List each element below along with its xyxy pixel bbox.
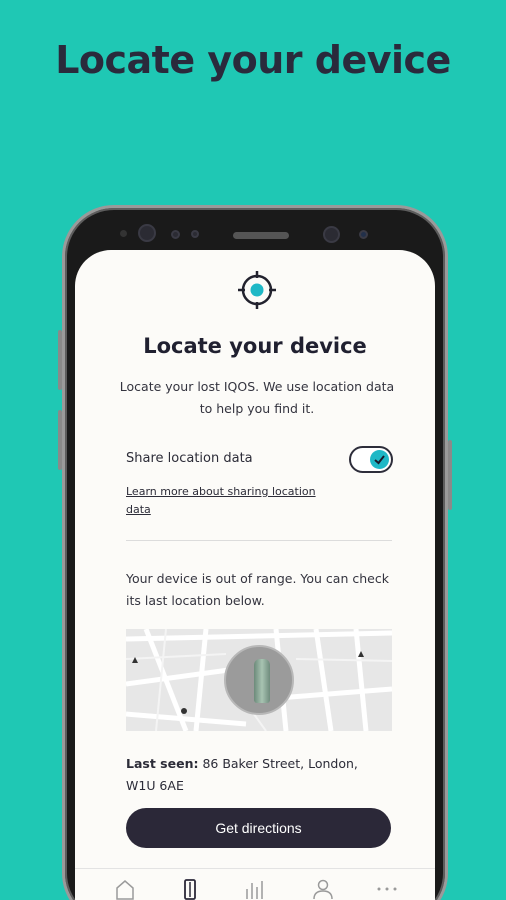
screen-title: Locate your device <box>143 334 367 358</box>
out-of-range-text: Your device is out of range. You can che… <box>126 571 389 608</box>
get-directions-button[interactable]: Get directions <box>126 808 391 848</box>
location-map[interactable] <box>126 629 392 731</box>
device-icon[interactable] <box>178 877 202 900</box>
proximity-sensor <box>120 230 127 237</box>
iqos-device-icon <box>254 659 270 703</box>
sensor-dot <box>171 230 180 239</box>
phone-power-button <box>448 440 452 510</box>
device-location-marker[interactable] <box>224 645 294 715</box>
divider <box>126 540 392 541</box>
home-icon[interactable] <box>113 877 137 900</box>
phone-frame: Locate your device Locate your lost IQOS… <box>62 205 448 900</box>
profile-icon[interactable] <box>311 877 335 900</box>
share-location-label: Share location data <box>126 451 253 466</box>
checkmark-icon <box>374 455 385 465</box>
more-icon[interactable] <box>375 877 399 900</box>
app-screen: Locate your device Locate your lost IQOS… <box>75 250 435 900</box>
crosshair-target-icon <box>238 271 276 309</box>
bottom-navigation <box>75 868 435 900</box>
screen-description: Locate your lost IQOS. We use location d… <box>119 379 395 416</box>
toggle-knob <box>370 450 389 469</box>
chart-icon[interactable] <box>243 877 267 900</box>
front-camera <box>138 224 156 242</box>
earpiece-speaker <box>233 232 289 239</box>
sensor-dot <box>191 230 199 238</box>
iris-sensor <box>359 230 368 239</box>
share-location-toggle[interactable] <box>349 446 393 473</box>
iris-scanner <box>323 226 340 243</box>
promo-heading: Locate your device <box>55 38 451 82</box>
learn-more-link[interactable]: Learn more about sharing location data <box>126 483 326 519</box>
last-seen-label: Last seen: <box>126 756 199 771</box>
last-seen-text: Last seen: 86 Baker Street, London, W1U … <box>126 753 386 797</box>
